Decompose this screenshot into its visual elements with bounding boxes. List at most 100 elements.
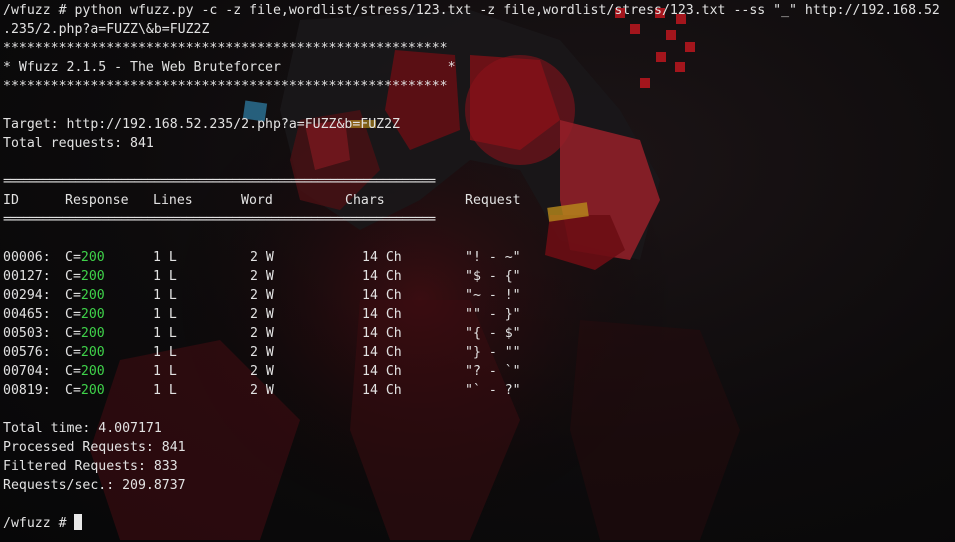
terminal-window[interactable]: /wfuzz # python wfuzz.py -c -z file,word…	[0, 0, 955, 542]
row-response-prefix: C=	[65, 250, 81, 265]
table-row: 00704: 1 L 2 W 14 Ch "? - `" C=200	[3, 362, 953, 381]
row-lines: 1 L	[153, 250, 177, 265]
row-request: "? - `"	[465, 364, 521, 379]
row-request: "! - ~"	[465, 250, 521, 265]
terminal-output: /wfuzz # python wfuzz.py -c -z file,word…	[3, 1, 953, 533]
row-response: C=200	[65, 362, 105, 381]
row-word: 2 W	[250, 383, 274, 398]
row-chars: 14 Ch	[362, 269, 402, 284]
row-response-prefix: C=	[65, 326, 81, 341]
row-response-prefix: C=	[65, 269, 81, 284]
table-header-row: ID Response Lines Word Chars Request	[3, 191, 953, 210]
row-id: 00006:	[3, 250, 51, 265]
row-request: "} - ""	[465, 345, 521, 360]
row-lines: 1 L	[153, 383, 177, 398]
command-line-2: .235/2.php?a=FUZZ\&b=FUZ2Z	[3, 22, 210, 37]
filtered-requests-line: Filtered Requests: 833	[3, 459, 178, 474]
row-lines: 1 L	[153, 345, 177, 360]
total-time-line: Total time: 4.007171	[3, 421, 162, 436]
row-response: C=200	[65, 248, 105, 267]
processed-requests-line: Processed Requests: 841	[3, 440, 186, 455]
table-row: 00294: 1 L 2 W 14 Ch "~ - !" C=200	[3, 286, 953, 305]
row-lines: 1 L	[153, 326, 177, 341]
row-response-prefix: C=	[65, 288, 81, 303]
row-status-code: 200	[80, 269, 105, 284]
row-response-prefix: C=	[65, 307, 81, 322]
target-line: Target: http://192.168.52.235/2.php?a=FU…	[3, 117, 400, 132]
table-row: 00127: 1 L 2 W 14 Ch "$ - {" C=200	[3, 267, 953, 286]
requests-per-sec-line: Requests/sec.: 209.8737	[3, 478, 186, 493]
banner-title: * Wfuzz 2.1.5 - The Web Bruteforcer *	[3, 60, 456, 75]
row-response: C=200	[65, 267, 105, 286]
row-chars: 14 Ch	[362, 345, 402, 360]
table-row: 00576: 1 L 2 W 14 Ch "} - "" C=200	[3, 343, 953, 362]
row-response: C=200	[65, 324, 105, 343]
header-lines: Lines	[153, 193, 193, 208]
shell-prompt-line[interactable]: /wfuzz #	[3, 514, 953, 533]
command-line-1: /wfuzz # python wfuzz.py -c -z file,word…	[3, 3, 940, 18]
row-word: 2 W	[250, 288, 274, 303]
row-response-prefix: C=	[65, 383, 81, 398]
table-row: 00006: 1 L 2 W 14 Ch "! - ~" C=200	[3, 248, 953, 267]
row-status-code: 200	[80, 364, 105, 379]
row-response: C=200	[65, 286, 105, 305]
row-request: "` - ?"	[465, 383, 521, 398]
row-id: 00819:	[3, 383, 51, 398]
row-chars: 14 Ch	[362, 250, 402, 265]
row-word: 2 W	[250, 345, 274, 360]
row-lines: 1 L	[153, 364, 177, 379]
header-chars: Chars	[345, 193, 385, 208]
row-response: C=200	[65, 305, 105, 324]
row-lines: 1 L	[153, 307, 177, 322]
banner-stars-bottom: ****************************************…	[3, 79, 448, 94]
header-word: Word	[241, 193, 273, 208]
row-id: 00704:	[3, 364, 51, 379]
text-cursor[interactable]	[74, 514, 83, 530]
row-request: "" - }"	[465, 307, 521, 322]
total-requests-line: Total requests: 841	[3, 136, 154, 151]
row-chars: 14 Ch	[362, 307, 402, 322]
row-status-code: 200	[80, 307, 105, 322]
header-request: Request	[465, 193, 521, 208]
row-id: 00465:	[3, 307, 51, 322]
row-chars: 14 Ch	[362, 288, 402, 303]
row-chars: 14 Ch	[362, 383, 402, 398]
row-status-code: 200	[80, 250, 105, 265]
row-word: 2 W	[250, 269, 274, 284]
banner-stars-top: ****************************************…	[3, 41, 448, 56]
row-chars: 14 Ch	[362, 364, 402, 379]
row-status-code: 200	[80, 383, 105, 398]
row-id: 00294:	[3, 288, 51, 303]
table-row: 00503: 1 L 2 W 14 Ch "{ - $" C=200	[3, 324, 953, 343]
row-response-prefix: C=	[65, 364, 81, 379]
row-chars: 14 Ch	[362, 326, 402, 341]
row-response-prefix: C=	[65, 345, 81, 360]
row-word: 2 W	[250, 326, 274, 341]
shell-prompt: /wfuzz #	[3, 516, 75, 531]
row-id: 00576:	[3, 345, 51, 360]
row-status-code: 200	[80, 345, 105, 360]
header-response: Response	[65, 193, 129, 208]
row-word: 2 W	[250, 307, 274, 322]
row-word: 2 W	[250, 250, 274, 265]
row-word: 2 W	[250, 364, 274, 379]
row-response: C=200	[65, 343, 105, 362]
table-rule-bottom: ========================================…	[3, 212, 436, 227]
header-id: ID	[3, 193, 19, 208]
row-response: C=200	[65, 381, 105, 400]
row-id: 00503:	[3, 326, 51, 341]
table-rule-top: ========================================…	[3, 174, 436, 189]
row-request: "{ - $"	[465, 326, 521, 341]
row-status-code: 200	[80, 288, 105, 303]
row-id: 00127:	[3, 269, 51, 284]
row-lines: 1 L	[153, 269, 177, 284]
row-request: "~ - !"	[465, 288, 521, 303]
row-status-code: 200	[80, 326, 105, 341]
row-request: "$ - {"	[465, 269, 521, 284]
results-table-body: 00006: 1 L2 W 14 Ch "! - ~" C=200 00127: 1 L2 …	[3, 248, 953, 400]
